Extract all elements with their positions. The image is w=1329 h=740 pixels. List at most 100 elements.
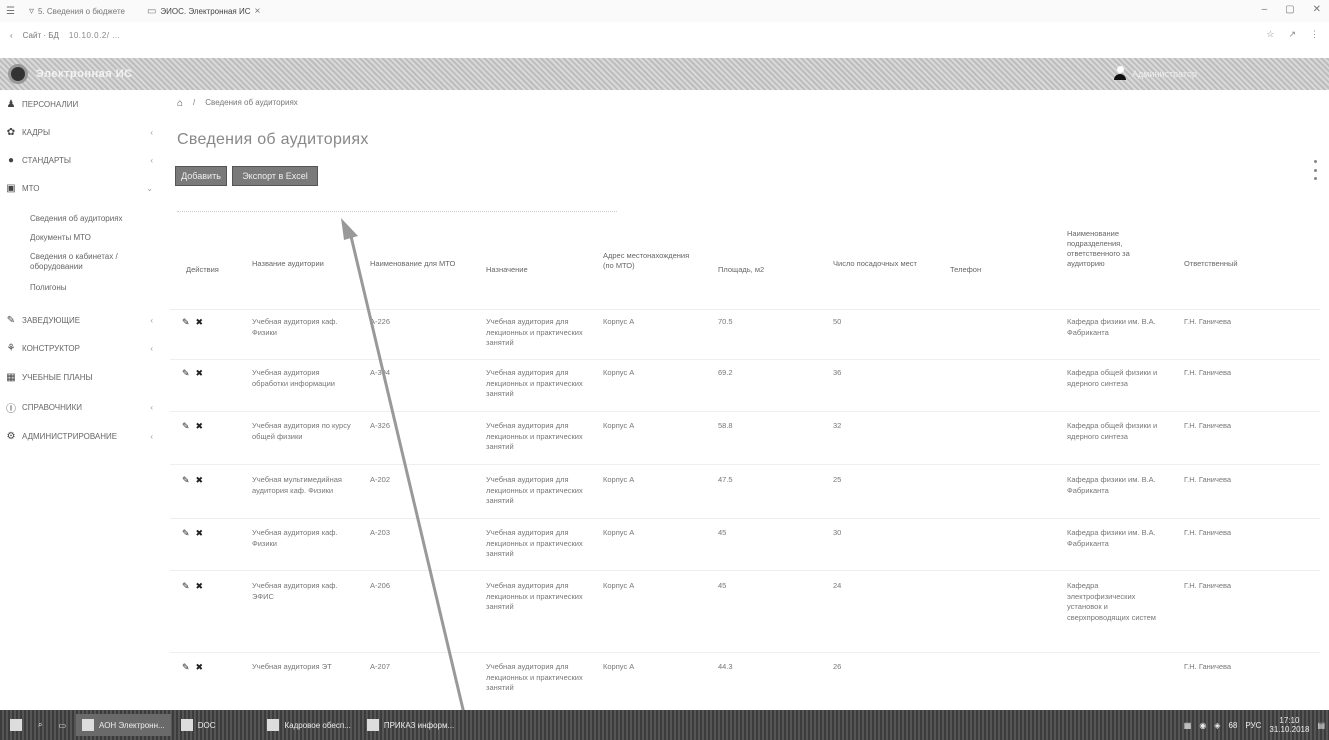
delete-icon[interactable]: ✖ [196, 421, 204, 432]
logo[interactable] [8, 64, 28, 84]
cell-mto: A-206 [370, 581, 391, 590]
taskbar-app-2[interactable]: DOC [175, 714, 222, 736]
cell-area: 44.3 [718, 662, 733, 671]
network-icon[interactable]: ▦ [1184, 721, 1192, 730]
tab-label: ЭИОС. Электронная ИС [160, 6, 251, 16]
bookmark-icon[interactable]: ☆ [1266, 29, 1274, 40]
cell-address: Корпус А [603, 662, 635, 671]
start-button[interactable] [4, 714, 28, 736]
volume-icon[interactable]: ◈ [1214, 721, 1220, 730]
chevron-left-icon: ‹ [150, 402, 153, 412]
user-icon: ♟ [6, 98, 16, 110]
cell-seats: 30 [833, 528, 842, 537]
cell-department: Кафедра общей физики и ядерного синтеза [1067, 421, 1158, 441]
delete-icon[interactable]: ✖ [196, 368, 204, 379]
sidebar-item-curricula[interactable]: ▦ Учебные планы [0, 366, 163, 388]
task-view-icon[interactable]: ▭ [52, 714, 72, 736]
clock[interactable]: 17:10 31.10.2018 [1269, 716, 1309, 734]
cell-mto: A-304 [370, 368, 391, 377]
taskbar-app-4[interactable]: ПРИКАЗ информ... [361, 714, 460, 736]
cell-department: Кафедра физики им. В.А. Фабриканта [1067, 317, 1156, 337]
user-name[interactable]: Администратор [1132, 69, 1197, 79]
column-header-area[interactable]: Площадь, м2 [718, 265, 798, 275]
circle-icon: ● [7, 154, 15, 166]
chevron-left-icon: ‹ [150, 155, 153, 165]
taskbar-app-3[interactable]: Кадровое обесп... [261, 714, 356, 736]
delete-icon[interactable]: ✖ [196, 475, 204, 486]
column-header-address[interactable]: Адрес местонахождения (по МТО) [603, 251, 693, 271]
cell-address: Корпус А [603, 528, 635, 537]
sidebar-item-references[interactable]: ⓘ Справочники ‹ [0, 396, 163, 418]
search-icon[interactable]: ⌕ [32, 714, 48, 736]
delete-icon[interactable]: ✖ [196, 662, 204, 673]
sidebar-item-mto[interactable]: ▣ МТО ⌄ [0, 177, 163, 199]
edit-icon[interactable]: ✎ [182, 421, 190, 432]
browser-tab-1[interactable]: ▿ 5. Сведения о бюджете [21, 6, 133, 17]
cell-responsible: Г.Н. Ганичева [1184, 662, 1232, 671]
cell-purpose: Учебная аудитория для лекционных и практ… [486, 317, 583, 347]
sitemap-icon: ⚘ [6, 342, 16, 354]
delete-icon[interactable]: ✖ [196, 581, 204, 592]
edit-icon[interactable]: ✎ [182, 368, 190, 379]
taskbar-app-label: DOC [197, 720, 216, 730]
taskbar-app-1[interactable]: АОН Электронн... [76, 714, 171, 736]
browser-menu-icon[interactable]: ☰ [6, 6, 15, 17]
sidebar-item-staff[interactable]: ✿ Кадры ‹ [0, 121, 163, 143]
sidebar-subitem-auditoriums[interactable]: Сведения об аудиториях [30, 214, 160, 224]
edit-icon[interactable]: ✎ [182, 475, 190, 486]
browser-tab-2[interactable]: ▭ ЭИОС. Электронная ИС × [139, 6, 268, 17]
column-header-phone[interactable]: Телефон [950, 265, 1010, 275]
word-icon [366, 719, 379, 731]
cogs-icon: ⚙ [6, 430, 16, 442]
user-icon[interactable] [1114, 66, 1126, 80]
cell-address: Корпус А [603, 368, 635, 377]
edit-icon[interactable]: ✎ [182, 317, 190, 328]
language-indicator[interactable]: РУС [1245, 721, 1261, 730]
address-input[interactable]: 10.10.0.2/ ... [69, 31, 120, 40]
breadcrumb: ⌂ / Сведения об аудиториях [177, 98, 298, 109]
minimize-icon[interactable]: – [1262, 4, 1268, 15]
delete-icon[interactable]: ✖ [196, 317, 204, 328]
app-title: Электронная ИС [36, 68, 133, 80]
column-header-responsible[interactable]: Ответственный [1184, 259, 1254, 269]
volume-level: 68 [1228, 720, 1238, 730]
cell-department: Кафедра электрофизических установок и св… [1067, 581, 1156, 622]
sidebar-item-standards[interactable]: ● Стандарты ‹ [0, 149, 163, 171]
sidebar-item-administration[interactable]: ⚙ Администрирование ‹ [0, 425, 163, 447]
column-header-purpose[interactable]: Назначение [486, 265, 576, 275]
export-excel-button[interactable]: Экспорт в Excel [232, 166, 318, 186]
cell-mto: A-202 [370, 475, 391, 484]
edit-icon[interactable]: ✎ [182, 581, 190, 592]
sidebar-item-constructor[interactable]: ⚘ Конструктор ‹ [0, 337, 163, 359]
edit-icon[interactable]: ✎ [182, 662, 190, 673]
sidebar-item-persons[interactable]: ♟ Персоналии [0, 93, 163, 115]
maximize-icon[interactable]: ▢ [1285, 4, 1294, 15]
security-icon[interactable]: ◉ [1199, 721, 1206, 730]
close-window-icon[interactable]: ✕ [1313, 4, 1321, 15]
share-icon[interactable]: ↗ [1288, 29, 1296, 40]
cell-seats: 26 [833, 662, 842, 671]
more-icon[interactable]: ⋮ [1310, 29, 1319, 40]
taskbar-app-label: ПРИКАЗ информ... [383, 720, 455, 730]
cell-name: Учебная аудитория каф. Физики [252, 528, 338, 548]
cell-seats: 50 [833, 317, 842, 326]
column-header-department[interactable]: Наименование подразделения, ответственно… [1067, 229, 1162, 269]
more-options-icon[interactable] [1314, 160, 1318, 180]
page-title: Сведения об аудиториях [177, 131, 369, 148]
column-header-seats[interactable]: Число посадочных мест [833, 259, 923, 269]
add-button[interactable]: Добавить [175, 166, 227, 186]
edit-icon[interactable]: ✎ [182, 528, 190, 539]
notifications-icon[interactable]: ▤ [1317, 721, 1325, 730]
info-icon: ⓘ [6, 403, 16, 415]
back-icon[interactable]: ‹ [10, 31, 13, 40]
column-header-actions[interactable]: Действия [186, 265, 226, 275]
cell-purpose: Учебная аудитория для лекционных и практ… [486, 421, 583, 451]
column-header-mto-name[interactable]: Наименование для МТО [370, 259, 460, 269]
close-tab-icon[interactable]: × [255, 6, 261, 17]
home-icon[interactable]: ⌂ [177, 98, 183, 109]
column-header-name[interactable]: Название аудитории [252, 259, 352, 269]
delete-icon[interactable]: ✖ [196, 528, 204, 539]
cell-name: Учебная мультимедийная аудитория каф. Фи… [252, 475, 342, 495]
cell-responsible: Г.Н. Ганичева [1184, 528, 1232, 537]
divider [170, 464, 1320, 465]
